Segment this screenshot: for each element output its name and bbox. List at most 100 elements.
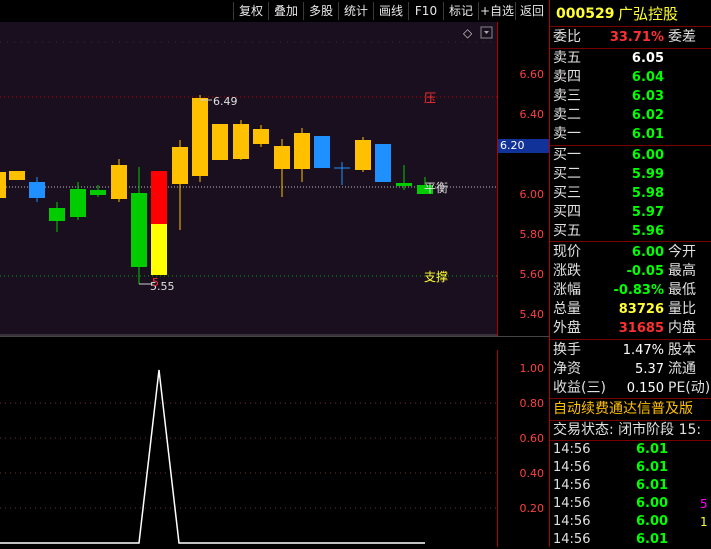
y-tick: 6.00 (519, 188, 545, 201)
buy-5-row: 买五 5.96 (550, 222, 711, 241)
candle (9, 171, 25, 180)
tick-row: 14:56 6.01 (550, 531, 711, 549)
stat-row: 外盘 31685 内盘 (550, 319, 711, 338)
stat-value: 31685 (618, 321, 664, 336)
candle (274, 146, 290, 169)
chart-toolbar: 复权 叠加 多股 统计 画线 F10 标记 +自选 返回 (0, 0, 549, 22)
y-tick: 5.80 (519, 228, 545, 241)
buy-price: 6.00 (631, 148, 664, 163)
extra-label: 收益(三) (553, 380, 606, 396)
y-tick: 0.20 (519, 502, 545, 515)
sell-price: 6.04 (631, 70, 664, 85)
indicator-line (0, 369, 425, 544)
stat-value: -0.05 (626, 264, 664, 279)
stock-header: 000529 广弘控股 (550, 3, 711, 25)
stat-label2: 今开 (668, 244, 696, 260)
weibi-row: 委比 33.71% 委差 (550, 28, 711, 47)
candlestick-chart: 6.49 5.55 5 压 平衡 支撑 ◇ (0, 26, 497, 336)
sell-price: 6.05 (631, 51, 664, 66)
candle (131, 193, 147, 267)
extra-value: 5.37 (635, 362, 664, 377)
y-tick: 5.40 (519, 308, 545, 321)
candle (151, 171, 167, 224)
buy-price: 5.98 (631, 186, 664, 201)
multi-stock-button[interactable]: 多股 (303, 2, 338, 20)
indicator-axis: 1.00 0.80 0.60 0.40 0.20 (497, 350, 550, 547)
candle (151, 224, 167, 275)
extra-label2: 流通 (668, 361, 696, 377)
sell-5-row: 卖五 6.05 (550, 49, 711, 68)
sell-3-row: 卖三 6.03 (550, 87, 711, 106)
y-tick: 0.80 (519, 397, 545, 410)
candle (294, 133, 310, 169)
candle (192, 98, 208, 176)
candle (70, 189, 86, 217)
sell-price: 6.01 (631, 127, 664, 142)
tick-row: 14:56 6.01 (550, 441, 711, 459)
tick-volume: 1 (700, 515, 708, 529)
support-label: 支撑 (424, 269, 448, 284)
stat-value: 6.00 (631, 245, 664, 260)
news-ticker[interactable]: 自动续费通达信普及版 (550, 400, 711, 419)
extra-value: 1.47% (622, 343, 664, 358)
candle (49, 208, 65, 221)
buy-price: 5.96 (631, 224, 664, 239)
sell-label: 卖五 (553, 50, 581, 66)
sell-1-row: 卖一 6.01 (550, 125, 711, 144)
sell-2-row: 卖二 6.02 (550, 106, 711, 125)
candle (29, 182, 45, 198)
tick-price: 6.00 (636, 514, 669, 529)
weicha-label: 委差 (668, 29, 696, 45)
draw-line-button[interactable]: 画线 (373, 2, 408, 20)
candle (172, 147, 188, 184)
candlestick-panel[interactable]: 6.49 5.55 5 压 平衡 支撑 ◇ (0, 22, 497, 336)
candle (253, 129, 269, 144)
buy-label: 买二 (553, 166, 581, 182)
indicator-chart (0, 369, 497, 544)
tick-time: 14:56 (553, 496, 591, 511)
extra-label2: 股本 (668, 342, 696, 358)
stat-label: 外盘 (553, 320, 581, 336)
tick-volume: 5 (700, 497, 708, 511)
stat-label: 涨跌 (553, 263, 581, 279)
stat-label2: 最低 (668, 282, 696, 298)
extra-row: 换手 1.47% 股本 (550, 341, 711, 360)
statistics-button[interactable]: 统计 (338, 2, 373, 20)
buy-label: 买五 (553, 223, 581, 239)
tick-price: 6.01 (636, 478, 669, 493)
candle (0, 172, 6, 198)
indicator-panel[interactable] (0, 350, 497, 547)
restore-rights-button[interactable]: 复权 (233, 2, 268, 20)
back-button[interactable]: 返回 (515, 2, 548, 20)
buy-label: 买四 (553, 204, 581, 220)
mark-button[interactable]: 标记 (443, 2, 478, 20)
candle (233, 124, 249, 159)
stat-row: 涨幅 -0.83% 最低 (550, 281, 711, 300)
current-price-tag: 6.20 (498, 139, 550, 153)
y-tick: 1.00 (519, 362, 545, 375)
sell-price: 6.02 (631, 108, 664, 123)
stock-name: 广弘控股 (618, 5, 679, 23)
buy-3-row: 买三 5.98 (550, 184, 711, 203)
y-tick: 0.60 (519, 432, 545, 445)
candle (396, 183, 412, 186)
candle (212, 124, 228, 160)
tick-price: 6.01 (636, 532, 669, 547)
overlay-button[interactable]: 叠加 (268, 2, 303, 20)
news-text: 自动续费通达信普及版 (553, 401, 693, 417)
candle (355, 140, 371, 170)
stat-label2: 量比 (668, 301, 696, 317)
extra-row: 收益(三) 0.150 PE(动) (550, 379, 711, 398)
f10-button[interactable]: F10 (408, 2, 443, 20)
add-favorite-button[interactable]: +自选 (478, 2, 515, 20)
diamond-icon: ◇ (463, 26, 473, 40)
weibi-value: 33.71% (609, 30, 664, 45)
panel-separator (0, 336, 549, 351)
tick-time: 14:56 (553, 532, 591, 547)
extra-label2: PE(动) (668, 380, 711, 396)
buy-price: 5.97 (631, 205, 664, 220)
price-axis: 6.60 6.40 6.20 6.00 5.80 5.60 5.40 (497, 22, 550, 336)
tick-row: 14:56 6.01 (550, 459, 711, 477)
extra-label: 净资 (553, 361, 581, 377)
trade-status-text: 交易状态: 闭市阶段 15: (553, 422, 702, 438)
